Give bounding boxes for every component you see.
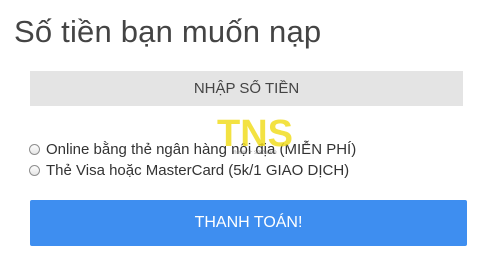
page-title: Số tiền bạn muốn nạp: [14, 14, 322, 49]
pay-button[interactable]: THANH TOÁN!: [30, 200, 467, 246]
payment-option-visa-mastercard[interactable]: Thẻ Visa hoặc MasterCard (5k/1 GIAO DỊCH…: [29, 162, 349, 179]
radio-visa-mastercard[interactable]: [29, 165, 40, 176]
amount-input[interactable]: [30, 71, 463, 106]
payment-option-domestic-card[interactable]: Online bằng thẻ ngân hàng nội địa (MIỄN …: [29, 141, 356, 158]
payment-option-label: Online bằng thẻ ngân hàng nội địa (MIỄN …: [46, 141, 357, 158]
radio-domestic-card[interactable]: [29, 144, 40, 155]
payment-option-label: Thẻ Visa hoặc MasterCard (5k/1 GIAO DỊCH…: [46, 162, 350, 179]
